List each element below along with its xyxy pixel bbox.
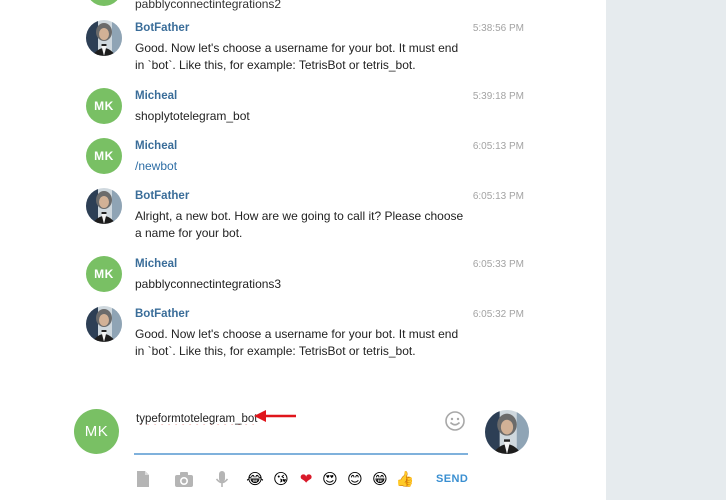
message-item: MK Micheal 6:05:13 PM /newbot xyxy=(86,138,526,178)
message-author[interactable]: BotFather xyxy=(135,190,189,202)
smile-icon[interactable] xyxy=(444,410,466,432)
chat-panel: pabblyconnectintegrations2 BotFather 5:3… xyxy=(0,0,606,500)
camera-icon[interactable] xyxy=(174,470,194,488)
emoji-quick[interactable]: 😊 xyxy=(345,469,365,489)
message-text: pabblyconnectintegrations2 xyxy=(135,0,282,11)
message-author[interactable]: BotFather xyxy=(135,22,189,34)
message-text: Good. Now let's choose a username for yo… xyxy=(135,327,459,358)
emoji-quick[interactable]: 😍 xyxy=(320,469,340,489)
bot-avatar[interactable] xyxy=(86,306,122,342)
message-item: MK Micheal 5:39:18 PM shoplytotelegram_b… xyxy=(86,88,526,128)
my-avatar[interactable]: MK xyxy=(74,409,119,454)
message-time: 5:39:18 PM xyxy=(472,91,524,102)
message-text: shoplytotelegram_bot xyxy=(135,109,250,123)
message-item: MK Micheal 6:05:33 PM pabblyconnectinteg… xyxy=(86,256,526,296)
message-time: 6:05:13 PM xyxy=(472,141,524,152)
bot-avatar[interactable] xyxy=(86,20,122,56)
emoji-quick[interactable]: 😁 xyxy=(370,469,390,489)
message-author[interactable]: Micheal xyxy=(135,140,177,152)
document-icon[interactable] xyxy=(134,470,152,488)
bot-avatar[interactable] xyxy=(86,188,122,224)
emoji-quick[interactable]: 👍 xyxy=(395,469,415,489)
message-text: Good. Now let's choose a username for yo… xyxy=(135,41,459,72)
message-item: BotFather 5:38:56 PM Good. Now let's cho… xyxy=(86,20,526,80)
annotation-arrow xyxy=(254,410,296,422)
avatar xyxy=(86,0,122,6)
avatar[interactable]: MK xyxy=(86,88,122,124)
composer-toolbar: 😂 😘 ❤ 😍 😊 😁 👍 SEND xyxy=(134,468,474,492)
message-author[interactable]: Micheal xyxy=(135,258,177,270)
send-button[interactable]: SEND xyxy=(436,473,468,485)
message-item: BotFather 6:05:32 PM Good. Now let's cho… xyxy=(86,306,526,366)
message-text: pabblyconnectintegrations3 xyxy=(135,277,282,291)
message-author[interactable]: Micheal xyxy=(135,90,177,102)
message-time: 5:38:56 PM xyxy=(472,23,524,34)
command-link[interactable]: /newbot xyxy=(135,158,470,175)
partial-message: pabblyconnectintegrations2 xyxy=(86,0,526,11)
message-author[interactable]: BotFather xyxy=(135,308,189,320)
emoji-quick[interactable]: 😘 xyxy=(271,469,291,489)
message-time: 6:05:32 PM xyxy=(472,309,524,320)
message-time: 6:05:13 PM xyxy=(472,191,524,202)
avatar[interactable]: MK xyxy=(86,138,122,174)
bot-avatar[interactable] xyxy=(485,410,529,454)
input-underline xyxy=(134,453,468,455)
emoji-quick[interactable]: 😂 xyxy=(245,469,265,489)
message-text: Alright, a new bot. How are we going to … xyxy=(135,209,464,240)
avatar[interactable]: MK xyxy=(86,256,122,292)
message-item: BotFather 6:05:13 PM Alright, a new bot.… xyxy=(86,188,526,248)
microphone-icon[interactable] xyxy=(213,470,231,488)
message-time: 6:05:33 PM xyxy=(472,259,524,270)
right-panel xyxy=(606,0,726,500)
emoji-quick[interactable]: ❤ xyxy=(296,469,316,489)
